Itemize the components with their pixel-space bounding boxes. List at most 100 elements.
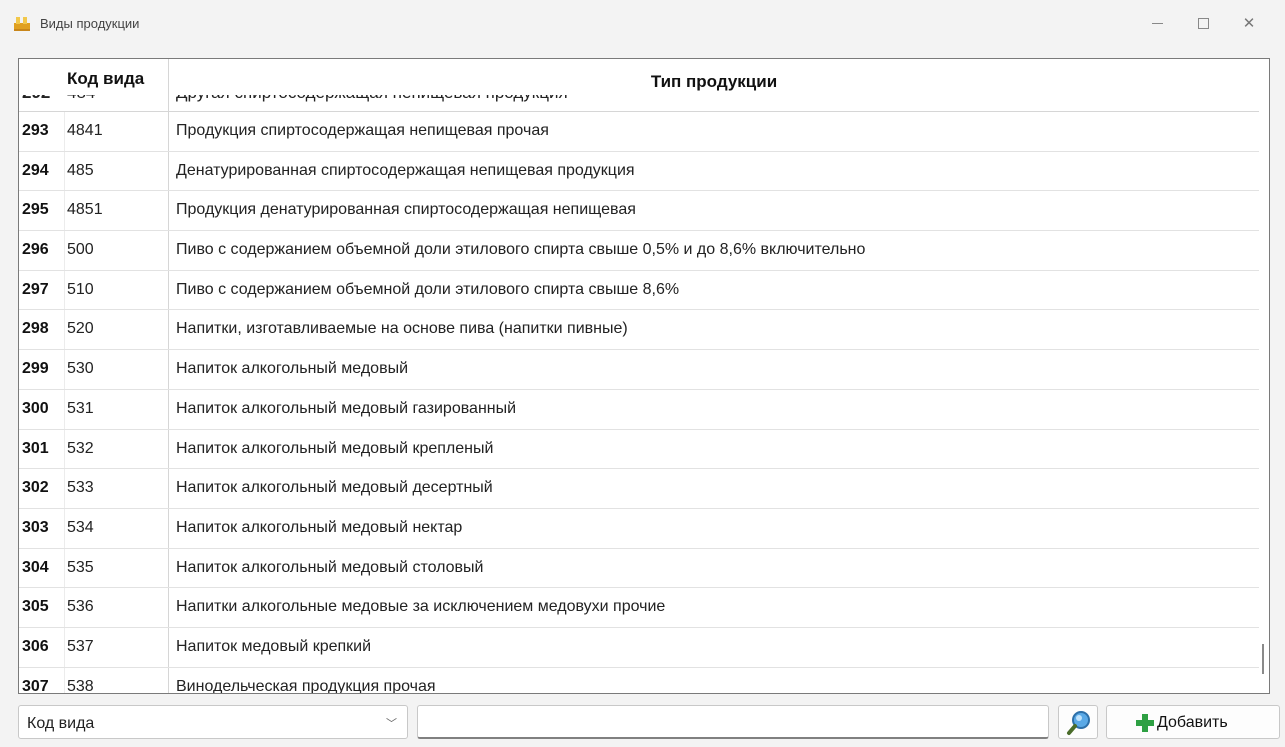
cell-code[interactable]: 4841 bbox=[67, 122, 103, 140]
row-number: 301 bbox=[22, 439, 49, 457]
table-row[interactable]: 295 4851 Продукция денатурированная спирто… bbox=[19, 191, 1259, 232]
column-divider bbox=[168, 627, 169, 667]
partial-row-num: 292 bbox=[22, 95, 50, 105]
table-row[interactable]: 305 536 Напитки алкогольные медовые за иск… bbox=[19, 588, 1259, 628]
product-types-grid[interactable]: Код вида Тип продукции 292 484 Другая сп… bbox=[18, 58, 1270, 694]
cell-type[interactable]: Напиток алкогольный медовый крепленый bbox=[176, 440, 493, 458]
table-row[interactable]: 297 510 Пиво с содержанием объемной доли э… bbox=[19, 270, 1259, 311]
partial-row-type: Другая спиртосодержащая непищевая продук… bbox=[176, 95, 568, 105]
row-number: 299 bbox=[22, 360, 49, 378]
cell-code[interactable]: 485 bbox=[67, 162, 94, 180]
column-header-code[interactable]: Код вида bbox=[67, 69, 144, 89]
column-header-type[interactable]: Тип продукции bbox=[169, 72, 1259, 92]
table-row[interactable]: 293 4841 Продукция спиртосодержащая непище… bbox=[19, 112, 1259, 152]
cell-code[interactable]: 534 bbox=[67, 519, 94, 537]
cell-type[interactable]: Продукция спиртосодержащая непищевая про… bbox=[176, 122, 549, 140]
column-divider bbox=[168, 548, 169, 588]
cell-code[interactable]: 531 bbox=[67, 400, 94, 418]
scrollbar-thumb[interactable] bbox=[1262, 644, 1264, 674]
table-row[interactable]: 303 534 Напиток алкогольный медовый нектар bbox=[19, 508, 1259, 549]
row-number-divider bbox=[64, 627, 65, 667]
row-number: 302 bbox=[22, 479, 49, 497]
cell-code[interactable]: 532 bbox=[67, 440, 94, 458]
cell-type[interactable]: Напитки, изготавливаемые на основе пива … bbox=[176, 320, 628, 338]
cell-type[interactable]: Напиток алкогольный медовый газированный bbox=[176, 400, 516, 418]
cell-code[interactable]: 500 bbox=[67, 241, 94, 259]
title-bar: Виды продукции ✕ bbox=[0, 0, 1285, 48]
close-button[interactable]: ✕ bbox=[1226, 8, 1272, 38]
filter-bar: Код вида ﹀ Добавить bbox=[18, 705, 1280, 741]
cell-code[interactable]: 538 bbox=[67, 678, 94, 693]
cell-type[interactable]: Напиток медовый крепкий bbox=[176, 638, 371, 656]
search-field-select[interactable]: Код вида ﹀ bbox=[18, 705, 408, 739]
row-number: 293 bbox=[22, 122, 49, 139]
cell-code[interactable]: 536 bbox=[67, 598, 94, 616]
row-number: 306 bbox=[22, 637, 49, 655]
column-divider bbox=[168, 151, 169, 191]
vertical-scrollbar[interactable] bbox=[1259, 59, 1269, 693]
row-number-divider bbox=[64, 310, 65, 350]
table-row[interactable]: 294 485 Денатурированная спиртосодержащая … bbox=[19, 151, 1259, 192]
cell-type[interactable]: Напиток алкогольный медовый bbox=[176, 360, 408, 378]
cell-code[interactable]: 537 bbox=[67, 638, 94, 656]
row-number: 295 bbox=[22, 201, 49, 219]
row-number-divider bbox=[64, 429, 65, 469]
search-input[interactable] bbox=[417, 705, 1049, 739]
table-row[interactable]: 299 530 Напиток алкогольный медовый bbox=[19, 350, 1259, 390]
column-divider bbox=[168, 270, 169, 310]
row-number-divider bbox=[64, 231, 65, 270]
cell-type[interactable]: Напиток алкогольный медовый десертный bbox=[176, 479, 493, 497]
cell-type[interactable]: Денатурированная спиртосодержащая непище… bbox=[176, 162, 635, 180]
cell-type[interactable]: Напиток алкогольный медовый нектар bbox=[176, 519, 462, 537]
table-row[interactable]: 302 533 Напиток алкогольный медовый десерт… bbox=[19, 469, 1259, 509]
maximize-button[interactable] bbox=[1180, 8, 1226, 38]
grid-rows: 293 4841 Продукция спиртосодержащая непище… bbox=[19, 112, 1259, 694]
row-number-divider bbox=[64, 469, 65, 508]
add-button[interactable]: Добавить bbox=[1106, 705, 1280, 739]
row-number-divider bbox=[64, 389, 65, 429]
row-number-divider bbox=[64, 151, 65, 191]
cell-code[interactable]: 530 bbox=[67, 360, 94, 378]
column-divider bbox=[168, 588, 169, 627]
row-number: 303 bbox=[22, 518, 49, 536]
cell-type[interactable]: Напиток алкогольный медовый столовый bbox=[176, 559, 484, 577]
column-divider bbox=[168, 231, 169, 270]
grid-header: Код вида Тип продукции 292 484 Другая сп… bbox=[19, 59, 1259, 112]
column-divider bbox=[168, 191, 169, 231]
table-row[interactable]: 306 537 Напиток медовый крепкий bbox=[19, 627, 1259, 668]
cell-type[interactable]: Винодельческая продукция прочая bbox=[176, 678, 436, 693]
row-number: 294 bbox=[22, 161, 49, 179]
table-row[interactable]: 307 538 Винодельческая продукция прочая bbox=[19, 667, 1259, 694]
row-number: 297 bbox=[22, 280, 49, 298]
column-divider bbox=[168, 310, 169, 350]
row-number-divider bbox=[64, 548, 65, 588]
row-number: 304 bbox=[22, 558, 49, 576]
cell-type[interactable]: Продукция денатурированная спиртосодержа… bbox=[176, 201, 636, 219]
select-value: Код вида bbox=[27, 715, 95, 732]
row-number-divider bbox=[64, 350, 65, 389]
row-number-divider bbox=[64, 191, 65, 231]
minimize-button[interactable] bbox=[1134, 8, 1180, 38]
table-row[interactable]: 300 531 Напиток алкогольный медовый газиро… bbox=[19, 389, 1259, 430]
cell-type[interactable]: Напитки алкогольные медовые за исключени… bbox=[176, 598, 665, 616]
row-number: 296 bbox=[22, 241, 49, 259]
search-button[interactable] bbox=[1058, 705, 1098, 739]
cell-type[interactable]: Пиво с содержанием объемной доли этилово… bbox=[176, 241, 865, 259]
cell-code[interactable]: 510 bbox=[67, 281, 94, 299]
row-number: 298 bbox=[22, 320, 49, 338]
table-row[interactable]: 301 532 Напиток алкогольный медовый крепле… bbox=[19, 429, 1259, 470]
column-divider bbox=[168, 112, 169, 151]
cell-type[interactable]: Пиво с содержанием объемной доли этилово… bbox=[176, 281, 679, 299]
column-divider bbox=[168, 389, 169, 429]
cell-code[interactable]: 533 bbox=[67, 479, 94, 497]
cell-code[interactable]: 520 bbox=[67, 320, 94, 338]
cell-code[interactable]: 4851 bbox=[67, 201, 103, 219]
table-row[interactable]: 296 500 Пиво с содержанием объемной доли э… bbox=[19, 231, 1259, 271]
row-number-divider bbox=[64, 112, 65, 151]
table-row[interactable]: 304 535 Напиток алкогольный медовый столов… bbox=[19, 548, 1259, 589]
table-row[interactable]: 298 520 Напитки, изготавливаемые на основе… bbox=[19, 310, 1259, 351]
cell-code[interactable]: 535 bbox=[67, 559, 94, 577]
partial-row-code: 484 bbox=[67, 95, 95, 105]
add-button-label: Добавить bbox=[1157, 714, 1228, 731]
row-number: 307 bbox=[22, 677, 49, 694]
